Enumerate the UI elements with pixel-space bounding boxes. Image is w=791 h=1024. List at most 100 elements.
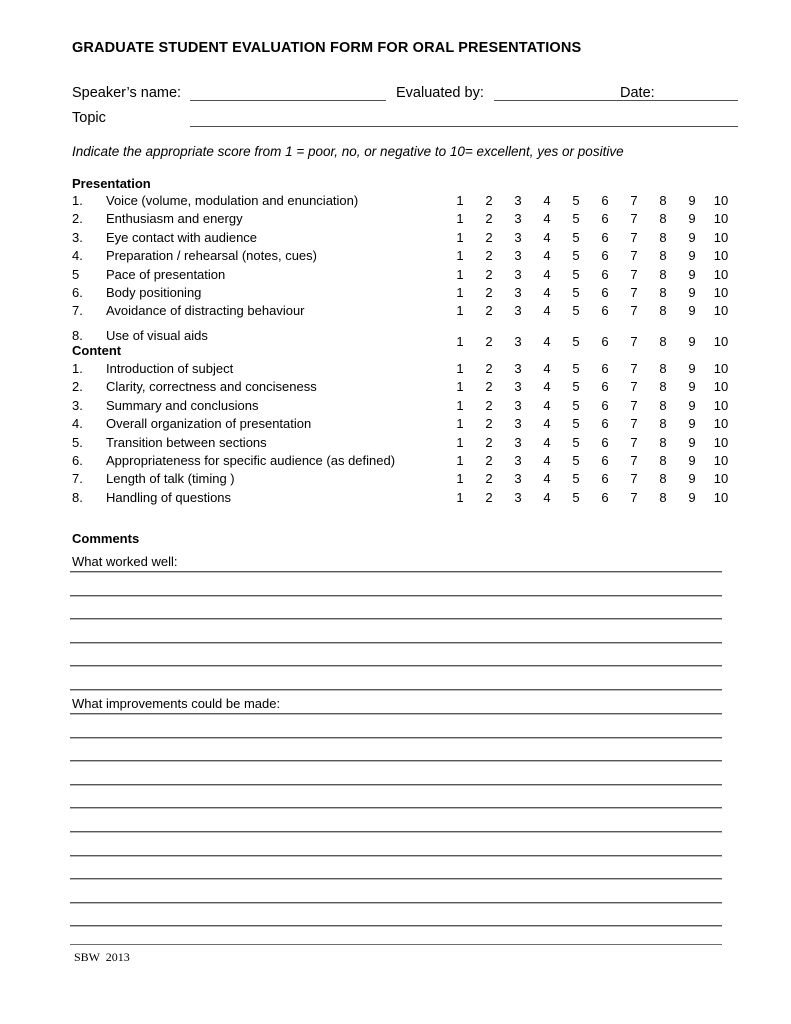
rating-option-9[interactable]: 9	[682, 435, 702, 450]
rating-option-5[interactable]: 5	[566, 471, 586, 486]
rating-option-2[interactable]: 2	[479, 230, 499, 245]
rating-option-4[interactable]: 4	[537, 435, 557, 450]
rating-option-6[interactable]: 6	[595, 471, 615, 486]
comment-line-worked-well[interactable]	[70, 665, 722, 667]
rating-option-2[interactable]: 2	[479, 361, 499, 376]
comment-line-improvements[interactable]	[70, 925, 722, 927]
rating-option-4[interactable]: 4	[537, 193, 557, 208]
rating-option-7[interactable]: 7	[624, 303, 644, 318]
rating-option-10[interactable]: 10	[711, 435, 731, 450]
rating-option-4[interactable]: 4	[537, 334, 557, 349]
rating-option-9[interactable]: 9	[682, 193, 702, 208]
comment-line-worked-well[interactable]	[70, 641, 722, 643]
rating-option-7[interactable]: 7	[624, 379, 644, 394]
rating-option-4[interactable]: 4	[537, 211, 557, 226]
rating-option-9[interactable]: 9	[682, 267, 702, 282]
rating-option-6[interactable]: 6	[595, 285, 615, 300]
rating-option-8[interactable]: 8	[653, 416, 673, 431]
rating-option-7[interactable]: 7	[624, 398, 644, 413]
rating-option-6[interactable]: 6	[595, 334, 615, 349]
rating-option-9[interactable]: 9	[682, 285, 702, 300]
comment-line-improvements[interactable]	[70, 878, 722, 880]
rating-option-5[interactable]: 5	[566, 303, 586, 318]
rating-option-1[interactable]: 1	[450, 303, 470, 318]
rating-option-8[interactable]: 8	[653, 490, 673, 505]
rating-option-6[interactable]: 6	[595, 267, 615, 282]
rating-option-1[interactable]: 1	[450, 361, 470, 376]
rating-option-4[interactable]: 4	[537, 230, 557, 245]
rating-option-4[interactable]: 4	[537, 471, 557, 486]
rating-option-7[interactable]: 7	[624, 361, 644, 376]
rating-option-10[interactable]: 10	[711, 453, 731, 468]
rating-option-7[interactable]: 7	[624, 416, 644, 431]
rating-option-8[interactable]: 8	[653, 230, 673, 245]
rating-option-1[interactable]: 1	[450, 379, 470, 394]
comment-line-improvements[interactable]	[70, 783, 722, 785]
rating-option-4[interactable]: 4	[537, 453, 557, 468]
comment-line-improvements-underline[interactable]	[70, 713, 722, 714]
comment-line-worked-well[interactable]	[70, 689, 722, 690]
rating-option-9[interactable]: 9	[682, 379, 702, 394]
rating-option-2[interactable]: 2	[479, 334, 499, 349]
rating-option-3[interactable]: 3	[508, 334, 528, 349]
rating-option-7[interactable]: 7	[624, 211, 644, 226]
rating-option-2[interactable]: 2	[479, 398, 499, 413]
rating-option-5[interactable]: 5	[566, 285, 586, 300]
rating-option-5[interactable]: 5	[566, 267, 586, 282]
rating-option-4[interactable]: 4	[537, 303, 557, 318]
comment-line-improvements[interactable]	[70, 760, 722, 762]
rating-option-2[interactable]: 2	[479, 490, 499, 505]
rating-option-6[interactable]: 6	[595, 379, 615, 394]
rating-option-2[interactable]: 2	[479, 379, 499, 394]
rating-option-9[interactable]: 9	[682, 334, 702, 349]
rating-option-4[interactable]: 4	[537, 398, 557, 413]
rating-option-6[interactable]: 6	[595, 398, 615, 413]
rating-option-2[interactable]: 2	[479, 193, 499, 208]
rating-option-3[interactable]: 3	[508, 471, 528, 486]
rating-option-3[interactable]: 3	[508, 379, 528, 394]
rating-option-10[interactable]: 10	[711, 211, 731, 226]
rating-option-9[interactable]: 9	[682, 361, 702, 376]
rating-option-7[interactable]: 7	[624, 453, 644, 468]
rating-option-2[interactable]: 2	[479, 248, 499, 263]
rating-option-8[interactable]: 8	[653, 398, 673, 413]
rating-option-1[interactable]: 1	[450, 435, 470, 450]
rating-option-6[interactable]: 6	[595, 361, 615, 376]
rating-option-5[interactable]: 5	[566, 193, 586, 208]
rating-option-9[interactable]: 9	[682, 248, 702, 263]
rating-option-4[interactable]: 4	[537, 267, 557, 282]
comment-line-improvements[interactable]	[70, 854, 722, 856]
rating-option-9[interactable]: 9	[682, 230, 702, 245]
rating-option-5[interactable]: 5	[566, 453, 586, 468]
rating-option-6[interactable]: 6	[595, 193, 615, 208]
rating-option-8[interactable]: 8	[653, 471, 673, 486]
rating-option-9[interactable]: 9	[682, 211, 702, 226]
rating-option-5[interactable]: 5	[566, 379, 586, 394]
rating-option-5[interactable]: 5	[566, 361, 586, 376]
rating-option-6[interactable]: 6	[595, 435, 615, 450]
rating-option-3[interactable]: 3	[508, 230, 528, 245]
rating-option-7[interactable]: 7	[624, 435, 644, 450]
rating-option-1[interactable]: 1	[450, 471, 470, 486]
rating-option-10[interactable]: 10	[711, 361, 731, 376]
rating-option-1[interactable]: 1	[450, 267, 470, 282]
rating-option-10[interactable]: 10	[711, 230, 731, 245]
rating-option-1[interactable]: 1	[450, 285, 470, 300]
rating-option-8[interactable]: 8	[653, 248, 673, 263]
rating-option-7[interactable]: 7	[624, 334, 644, 349]
rating-option-5[interactable]: 5	[566, 211, 586, 226]
rating-option-8[interactable]: 8	[653, 334, 673, 349]
comment-line-improvements[interactable]	[70, 901, 722, 903]
rating-option-10[interactable]: 10	[711, 285, 731, 300]
rating-option-6[interactable]: 6	[595, 211, 615, 226]
rating-option-2[interactable]: 2	[479, 303, 499, 318]
rating-option-10[interactable]: 10	[711, 490, 731, 505]
rating-option-1[interactable]: 1	[450, 334, 470, 349]
rating-option-6[interactable]: 6	[595, 453, 615, 468]
comment-line-worked-well-underline[interactable]	[70, 571, 722, 572]
rating-option-2[interactable]: 2	[479, 211, 499, 226]
rating-option-5[interactable]: 5	[566, 230, 586, 245]
comment-line-improvements[interactable]	[70, 831, 722, 832]
rating-option-1[interactable]: 1	[450, 230, 470, 245]
rating-option-2[interactable]: 2	[479, 416, 499, 431]
